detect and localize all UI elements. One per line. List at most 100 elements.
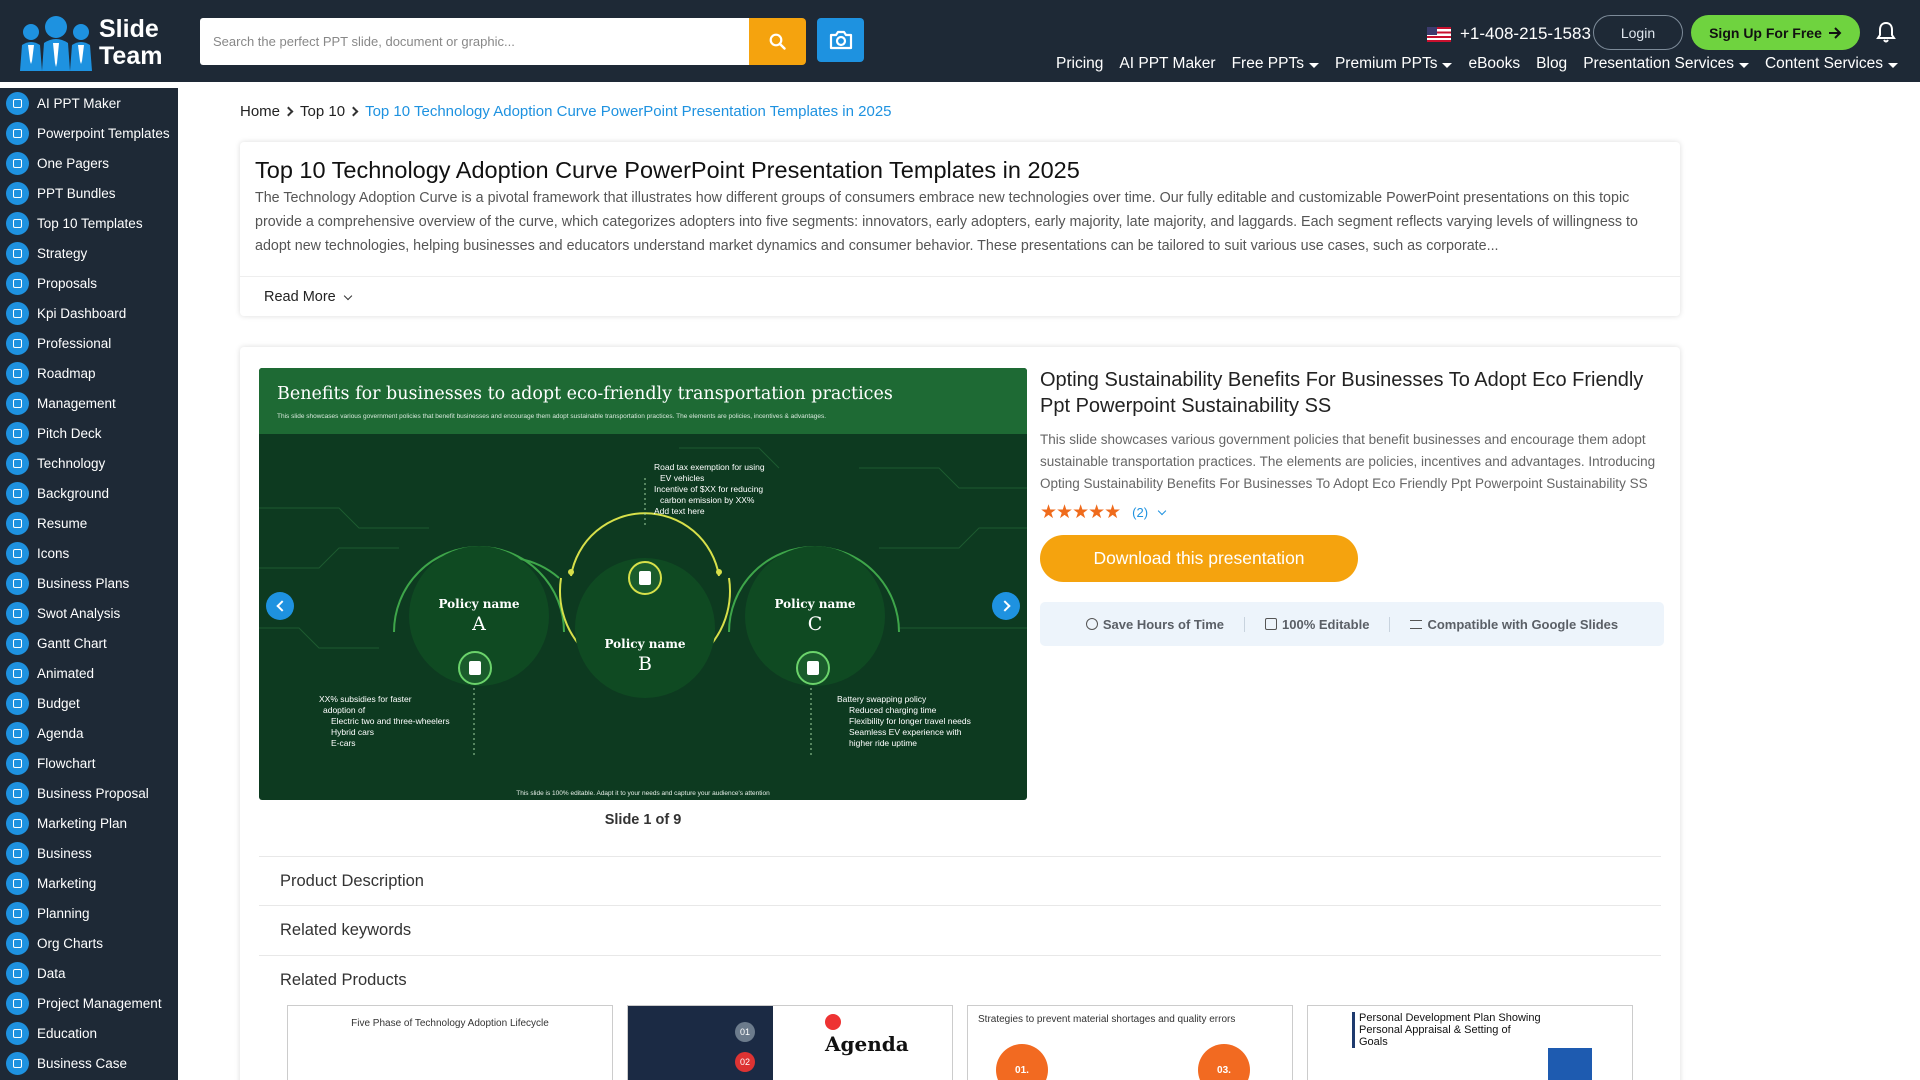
accordion-related-keywords[interactable]: Related keywords xyxy=(259,905,1661,954)
sidebar-item-education[interactable]: Education xyxy=(0,1018,178,1048)
slide-preview[interactable]: Benefits for businesses to adopt eco-fri… xyxy=(259,368,1027,800)
sidebar-item-icons[interactable]: Icons xyxy=(0,538,178,568)
top-nav: Pricing AI PPT Maker Free PPTs Premium PPTs… xyxy=(1056,55,1898,73)
login-button[interactable]: Login xyxy=(1593,15,1683,50)
sidebar-item-label: Project Management xyxy=(37,995,162,1011)
slideteam-logo[interactable]: Slide Team xyxy=(18,15,163,71)
signup-button[interactable]: Sign Up For Free xyxy=(1691,15,1860,50)
nav-item-free-ppts[interactable]: Free PPTs xyxy=(1232,55,1319,73)
sidebar-item-budget[interactable]: Budget xyxy=(0,688,178,718)
sidebar-item-business-case[interactable]: Business Case xyxy=(0,1048,178,1078)
sidebar-item-label: Gantt Chart xyxy=(37,635,107,651)
rating[interactable]: ★★★★★ (2) xyxy=(1040,501,1167,524)
feature-bar: Save Hours of Time 100% Editable Compati… xyxy=(1040,602,1664,646)
related-title-4: Personal Development Plan Showing Person… xyxy=(1352,1012,1542,1048)
download-button[interactable]: Download this presentation xyxy=(1040,535,1358,582)
related-product-1[interactable]: Five Phase of Technology Adoption Lifecy… xyxy=(287,1005,613,1080)
nav-item-content-services[interactable]: Content Services xyxy=(1765,55,1898,73)
category-icon xyxy=(6,151,29,175)
bell-icon[interactable] xyxy=(1876,21,1896,43)
accordion-product-description[interactable]: Product Description xyxy=(259,856,1661,905)
sidebar-item-gantt-chart[interactable]: Gantt Chart xyxy=(0,628,178,658)
sidebar-item-one-pagers[interactable]: One Pagers xyxy=(0,148,178,178)
sidebar-item-powerpoint-templates[interactable]: Powerpoint Templates xyxy=(0,118,178,148)
nav-item-premium-ppts[interactable]: Premium PPTs xyxy=(1335,55,1453,73)
sidebar-item-marketing-plan[interactable]: Marketing Plan xyxy=(0,808,178,838)
sidebar-item-technology[interactable]: Technology xyxy=(0,448,178,478)
sidebar-item-label: Professional xyxy=(37,335,112,351)
chevron-down-icon[interactable] xyxy=(1157,506,1167,515)
read-more-label: Read More xyxy=(264,289,336,305)
breadcrumb-home[interactable]: Home xyxy=(240,103,280,120)
sidebar-item-swot-analysis[interactable]: Swot Analysis xyxy=(0,598,178,628)
logo-text-slide: Slide xyxy=(99,15,159,43)
logo-people-icon xyxy=(18,15,94,71)
sidebar-item-pitch-deck[interactable]: Pitch Deck xyxy=(0,418,178,448)
search-button[interactable] xyxy=(749,18,806,65)
policy-letter-a: A xyxy=(472,613,486,635)
phone-number[interactable]: +1-408-215-1583 xyxy=(1427,22,1591,46)
sidebar-item-proposals[interactable]: Proposals xyxy=(0,268,178,298)
sidebar-item-label: Roadmap xyxy=(37,365,96,381)
sidebar-item-strategy[interactable]: Strategy xyxy=(0,238,178,268)
sidebar-item-label: Business Case xyxy=(37,1055,128,1071)
sidebar-item-roadmap[interactable]: Roadmap xyxy=(0,358,178,388)
sidebar-item-professional[interactable]: Professional xyxy=(0,328,178,358)
sidebar-item-project-management[interactable]: Project Management xyxy=(0,988,178,1018)
policy-name-b: Policy name xyxy=(604,636,686,651)
sidebar-item-org-charts[interactable]: Org Charts xyxy=(0,928,178,958)
category-icon xyxy=(6,91,29,115)
category-icon xyxy=(6,661,29,685)
related-product-2[interactable]: 01 02 Agenda xyxy=(627,1005,953,1080)
category-icon xyxy=(6,181,29,205)
category-icon xyxy=(6,571,29,595)
sidebar-item-flowchart[interactable]: Flowchart xyxy=(0,748,178,778)
sidebar-item-agenda[interactable]: Agenda xyxy=(0,718,178,748)
nav-item-blog[interactable]: Blog xyxy=(1536,55,1567,73)
category-icon xyxy=(6,991,29,1015)
read-more-button[interactable]: Read More xyxy=(264,289,352,305)
sidebar-item-label: Kpi Dashboard xyxy=(37,305,127,321)
nav-item-pricing[interactable]: Pricing xyxy=(1056,55,1103,73)
breadcrumb-current[interactable]: Top 10 Technology Adoption Curve PowerPo… xyxy=(365,103,891,120)
sidebar-item-business-proposal[interactable]: Business Proposal xyxy=(0,778,178,808)
related-product-4[interactable]: Personal Development Plan Showing Person… xyxy=(1307,1005,1633,1080)
nav-label: Premium PPTs xyxy=(1334,55,1438,72)
sidebar-item-data[interactable]: Data xyxy=(0,958,178,988)
arrow-right-icon xyxy=(1828,26,1842,39)
sidebar-item-business-plans[interactable]: Business Plans xyxy=(0,568,178,598)
image-search-button[interactable] xyxy=(817,18,864,62)
sidebar-item-resume[interactable]: Resume xyxy=(0,508,178,538)
sidebar-item-animated[interactable]: Animated xyxy=(0,658,178,688)
page-title: Top 10 Technology Adoption Curve PowerPo… xyxy=(255,157,1080,183)
sidebar-item-management[interactable]: Management xyxy=(0,388,178,418)
sidebar-item-business[interactable]: Business xyxy=(0,838,178,868)
sidebar-item-label: Planning xyxy=(37,905,90,921)
rating-count[interactable]: (2) xyxy=(1132,505,1148,520)
sidebar-item-background[interactable]: Background xyxy=(0,478,178,508)
related-product-3[interactable]: Strategies to prevent material shortages… xyxy=(967,1005,1293,1080)
sidebar-item-top-10-templates[interactable]: Top 10 Templates xyxy=(0,208,178,238)
chevron-left-icon xyxy=(275,600,288,612)
sidebar-item-kpi-dashboard[interactable]: Kpi Dashboard xyxy=(0,298,178,328)
nav-item-presentation-services[interactable]: Presentation Services xyxy=(1583,55,1749,73)
nav-item-ebooks[interactable]: eBooks xyxy=(1468,55,1520,73)
sidebar-item-label: Data xyxy=(37,965,66,981)
us-flag-icon xyxy=(1427,26,1451,42)
nav-label: eBooks xyxy=(1468,55,1521,72)
sidebar-item-ai-ppt-maker[interactable]: AI PPT Maker xyxy=(0,88,178,118)
chevron-right-icon xyxy=(348,106,359,116)
sidebar-item-marketing[interactable]: Marketing xyxy=(0,868,178,898)
breadcrumb-top10[interactable]: Top 10 xyxy=(300,103,345,120)
sidebar-item-planning[interactable]: Planning xyxy=(0,898,178,928)
slide-next-button[interactable] xyxy=(992,592,1020,620)
slide-prev-button[interactable] xyxy=(266,592,294,620)
category-icon xyxy=(6,211,29,235)
sidebar-item-label: Resume xyxy=(37,515,88,531)
nav-label: Content Services xyxy=(1764,55,1883,72)
category-icon xyxy=(6,451,29,475)
sidebar-item-label: Business Plans xyxy=(37,575,130,591)
search-input[interactable]: Search the perfect PPT slide, document o… xyxy=(200,18,750,65)
sidebar-item-ppt-bundles[interactable]: PPT Bundles xyxy=(0,178,178,208)
nav-item-ai-ppt-maker[interactable]: AI PPT Maker xyxy=(1119,55,1215,73)
